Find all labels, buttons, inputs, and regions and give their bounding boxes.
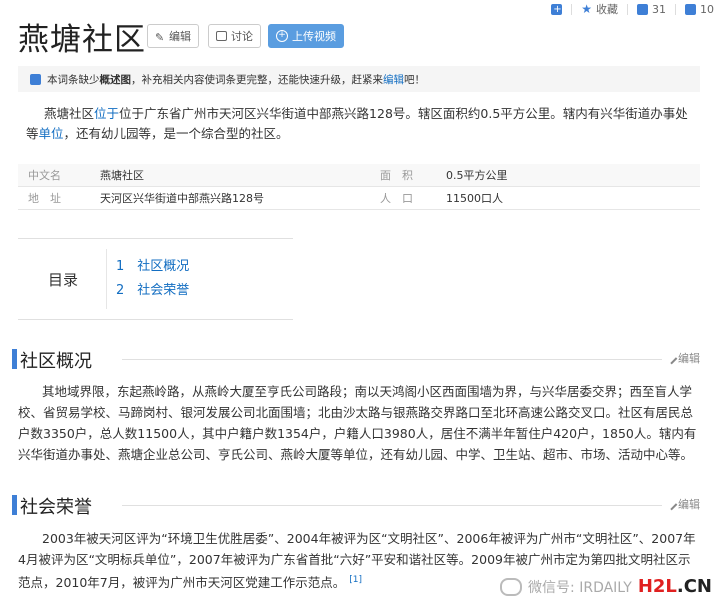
section-edit-label: 编辑 [678,352,700,365]
notice-edit-link[interactable]: 编辑 [383,72,404,87]
divider [122,359,662,360]
section-header-honors: 社会荣誉 编辑 [12,493,710,518]
plus-circle-icon: + [276,30,288,42]
edit-button[interactable]: ✎ 编辑 [147,24,199,48]
discuss-button[interactable]: 讨论 [208,24,261,48]
info-value: 天河区兴华街道中部燕兴路128号 [100,192,264,205]
divider [627,3,628,15]
reference-link[interactable]: [1] [349,575,362,585]
section-title: 社区概况 [20,351,92,372]
watermark-text: 微信号: IRDAILY [528,579,632,596]
pencil-icon [664,351,678,365]
discuss-button-label: 讨论 [231,30,253,43]
summary-link-location[interactable]: 位于 [94,106,119,121]
share-icon[interactable] [685,3,696,15]
section-edit-button[interactable]: 编辑 [664,350,700,366]
table-of-contents: 目录 1 社区概况 2 社会荣誉 [18,238,293,320]
info-key: 人 口 [380,192,413,205]
upload-button-label: 上传视频 [292,30,336,43]
notice-text-2: ，补充相关内容使词条更完整，还能快速升级，赶紧来 [131,73,383,86]
info-row: 中文名 燕塘社区 面 积 0.5平方公里 [18,164,700,187]
summary-link-unit[interactable]: 单位 [39,126,64,141]
section-marker [12,495,17,515]
toc-label: 目录 [48,271,79,289]
page-title: 燕塘社区 [18,22,146,58]
share-count: 10 [700,2,714,16]
add-icon[interactable] [551,3,563,15]
info-value: 11500口人 [446,192,503,205]
edit-icon [30,73,41,85]
like-count: 31 [652,2,666,16]
notice-text-1: 本词条缺少 [47,73,100,86]
toc-item-honors[interactable]: 2 社会荣誉 [116,279,189,298]
section-edit-button[interactable]: 编辑 [664,496,700,512]
divider [122,505,662,506]
toc-item-overview[interactable]: 1 社区概况 [116,255,189,274]
top-toolbar: ★ 收藏 31 10 [551,0,714,18]
notice-text-3: 吧！ [404,73,425,86]
upload-video-button[interactable]: + 上传视频 [268,24,344,48]
watermark: 微信号: IRDAILY H2L.CN [500,576,712,597]
pencil-icon: ✎ [155,31,165,44]
section-header-overview: 社区概况 编辑 [12,347,710,372]
info-key: 中文名 [28,169,61,182]
divider [106,249,107,309]
info-key: 地 址 [28,192,61,205]
section-edit-label: 编辑 [678,498,700,511]
divider [675,3,676,15]
thumbs-up-icon[interactable] [637,3,648,15]
info-row: 地 址 天河区兴华街道中部燕兴路128号 人 口 11500口人 [18,187,700,210]
wechat-icon [500,577,523,596]
site-logo: H2L.CN [638,576,712,597]
section-title: 社会荣誉 [20,497,92,518]
edit-button-label: 编辑 [169,30,191,43]
comment-icon [216,31,227,41]
info-value: 燕塘社区 [100,169,144,182]
logo-text: H2L [637,576,677,597]
basic-info-table: 中文名 燕塘社区 面 积 0.5平方公里 地 址 天河区兴华街道中部燕兴路128… [18,164,700,210]
info-value: 0.5平方公里 [446,169,508,182]
notice-bar: 本词条缺少 概述图 ，补充相关内容使词条更完整，还能快速升级，赶紧来 编辑 吧！ [18,66,700,92]
section-marker [12,349,17,369]
section-body-overview: 其地域界限，东起燕岭路，从燕岭大厦至亨氏公司路段；南以天鸿阁小区西面围墙为界，与… [18,384,697,462]
favorite-button[interactable]: 收藏 [596,1,618,17]
info-key: 面 积 [380,169,413,182]
star-icon[interactable]: ★ [581,2,592,16]
summary-text: ，还有幼儿园等，是一个综合型的社区。 [63,126,289,141]
pencil-icon [664,497,678,511]
summary-text: 燕塘社区 [44,106,95,121]
summary-paragraph: 燕塘社区位于位于广东省广州市天河区兴华街道中部燕兴路128号。辖区面积约0.5平… [26,104,690,144]
logo-text: .CN [676,576,712,597]
notice-highlight: 概述图 [99,73,132,86]
divider [571,3,573,15]
